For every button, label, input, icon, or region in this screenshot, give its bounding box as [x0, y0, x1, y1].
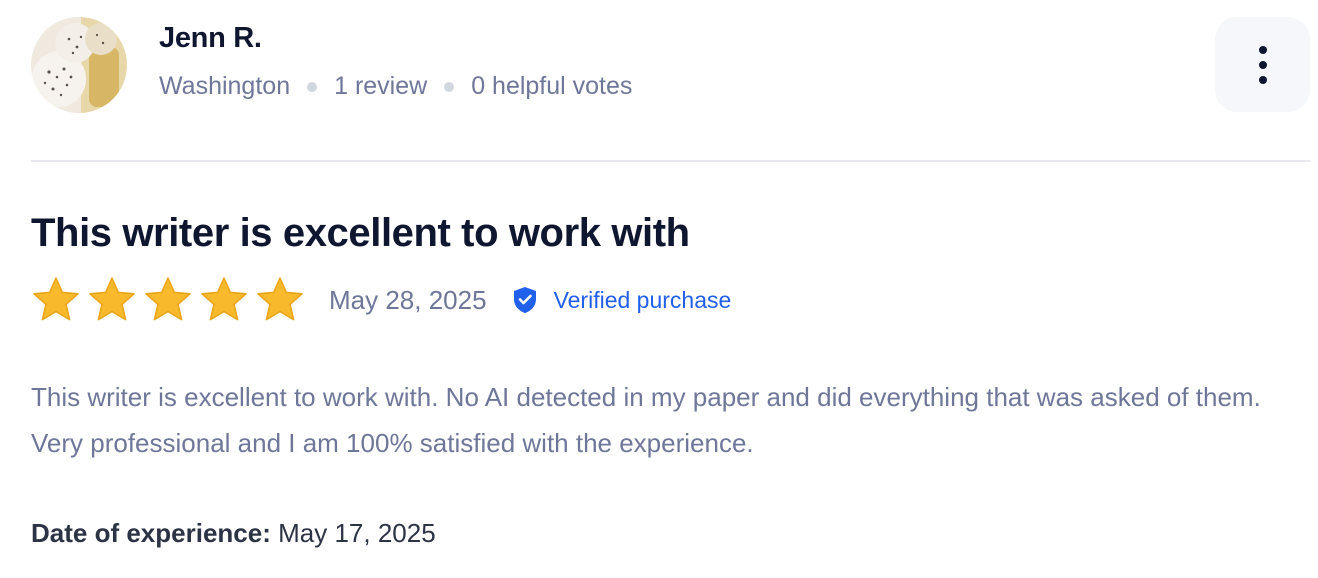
reviewer-avatar[interactable] [31, 17, 127, 113]
more-vertical-icon [1258, 45, 1267, 84]
reviewer-name[interactable]: Jenn R. [159, 22, 262, 55]
review-date: May 28, 2025 [329, 284, 487, 315]
star-icon [201, 277, 247, 321]
star-icon [33, 277, 79, 321]
star-rating [31, 275, 305, 325]
date-of-experience: Date of experience: May 17, 2025 [31, 518, 436, 549]
reviewer-helpful-votes: 0 helpful votes [471, 72, 633, 100]
verified-label: Verified purchase [553, 286, 732, 313]
separator-dot [307, 81, 318, 92]
review-title: This writer is excellent to work with [31, 211, 690, 255]
review-card: Jenn R. Washington 1 review 0 helpful vo… [0, 0, 1318, 578]
review-body: This writer is excellent to work with. N… [31, 382, 1261, 458]
shield-check-icon [513, 287, 536, 313]
rating-row: May 28, 2025 Verified purchase [31, 274, 731, 326]
star-icon [257, 277, 303, 321]
separator-dot [444, 81, 455, 92]
star-icon [89, 277, 135, 321]
experience-date: May 17, 2025 [278, 518, 436, 548]
reviewer-meta: Washington 1 review 0 helpful votes [159, 72, 632, 101]
experience-label: Date of experience: [31, 518, 271, 548]
divider [31, 160, 1310, 162]
more-options-button[interactable] [1215, 17, 1310, 112]
reviewer-location: Washington [159, 72, 291, 100]
avatar-image [31, 17, 127, 113]
reviewer-review-count: 1 review [334, 72, 428, 100]
star-icon [145, 277, 191, 321]
verified-badge[interactable]: Verified purchase [512, 286, 732, 314]
